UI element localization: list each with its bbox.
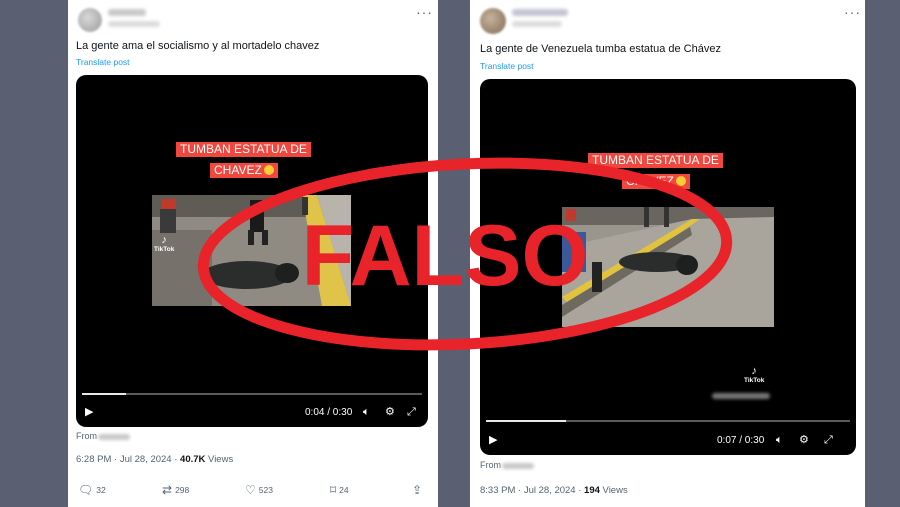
share-icon: ⇪ <box>412 483 423 497</box>
blurred-display-name <box>512 9 568 16</box>
video-time: 0:04 / 0:30 <box>305 407 353 418</box>
video-caption-line2: CHAVEZ <box>622 174 690 189</box>
blurred-tiktok-user <box>712 393 770 399</box>
repost-button[interactable]: ⇄ 298 <box>162 483 189 497</box>
emoji-icon <box>675 176 686 186</box>
share-button[interactable]: ⇪ <box>412 483 425 497</box>
volume-icon[interactable]: 🔈︎ <box>776 435 783 446</box>
video-player[interactable]: TUMBAN ESTATUA DE CHAVEZ ♪ TikTok <box>480 79 856 455</box>
reply-icon: 🗨︎ <box>78 483 94 497</box>
fullscreen-icon[interactable]: ⤢ <box>824 435 833 446</box>
video-time: 0:07 / 0:30 <box>717 435 765 446</box>
tiktok-watermark: ♪ TikTok <box>744 365 765 385</box>
blurred-display-name <box>108 9 146 16</box>
like-icon: ♡ <box>245 483 256 497</box>
bookmark-button[interactable]: ⌑ 24 <box>330 483 349 497</box>
video-caption-line1: TUMBAN ESTATUA DE <box>176 142 311 157</box>
reply-button[interactable]: 🗨︎ 32 <box>78 483 106 497</box>
video-player[interactable]: TUMBAN ESTATUA DE CHAVEZ ♪ TikTok <box>76 75 428 427</box>
settings-icon[interactable]: ⚙︎ <box>799 435 809 446</box>
video-caption-line1: TUMBAN ESTATUA DE <box>588 153 723 168</box>
tiktok-icon: ♪ <box>161 234 167 246</box>
fullscreen-icon[interactable]: ⤢ <box>407 407 416 418</box>
play-icon[interactable]: ▶ <box>85 407 93 418</box>
more-icon[interactable]: ··· <box>416 4 433 20</box>
tiktok-watermark: ♪ TikTok <box>154 234 175 254</box>
blurred-source <box>98 433 130 440</box>
play-icon[interactable]: ▶ <box>489 435 497 446</box>
post-meta: 8:33 PM · Jul 28, 2024 · 194 Views <box>480 485 628 496</box>
blurred-handle <box>108 21 160 27</box>
right-post-card: ··· La gente de Venezuela tumba estatua … <box>470 0 865 507</box>
from-source[interactable]: From <box>480 460 534 470</box>
repost-icon: ⇄ <box>162 483 173 497</box>
translate-post-link[interactable]: Translate post <box>480 61 534 71</box>
video-progress-bar[interactable] <box>486 420 850 422</box>
video-progress-fill <box>82 393 127 395</box>
video-frame: ♪ TikTok <box>152 195 351 306</box>
post-text: La gente ama el socialismo y al mortadel… <box>76 40 320 52</box>
translate-post-link[interactable]: Translate post <box>76 57 130 67</box>
from-source[interactable]: From <box>76 431 130 441</box>
like-button[interactable]: ♡ 523 <box>245 483 273 497</box>
post-meta: 6:28 PM · Jul 28, 2024 · 40.7K Views <box>76 454 234 465</box>
bookmark-icon: ⌑ <box>330 483 337 497</box>
video-caption-line2: CHAVEZ <box>210 163 278 178</box>
avatar[interactable] <box>78 8 102 32</box>
video-progress-bar[interactable] <box>82 393 422 395</box>
blurred-source <box>502 462 534 469</box>
blurred-handle <box>512 21 562 27</box>
emoji-icon <box>263 165 274 175</box>
tiktok-icon: ♪ <box>751 365 757 377</box>
post-actions: 🗨︎ 32 ⇄ 298 ♡ 523 ⌑ 24 ⇪ <box>78 483 428 499</box>
post-text: La gente de Venezuela tumba estatua de C… <box>480 43 721 55</box>
avatar[interactable] <box>480 8 506 34</box>
video-progress-fill <box>486 420 567 422</box>
volume-icon[interactable]: 🔈︎ <box>363 407 370 418</box>
settings-icon[interactable]: ⚙︎ <box>385 407 395 418</box>
more-icon[interactable]: ··· <box>844 4 861 20</box>
left-post-card: ··· La gente ama el socialismo y al mort… <box>68 0 438 507</box>
video-frame <box>562 207 774 327</box>
